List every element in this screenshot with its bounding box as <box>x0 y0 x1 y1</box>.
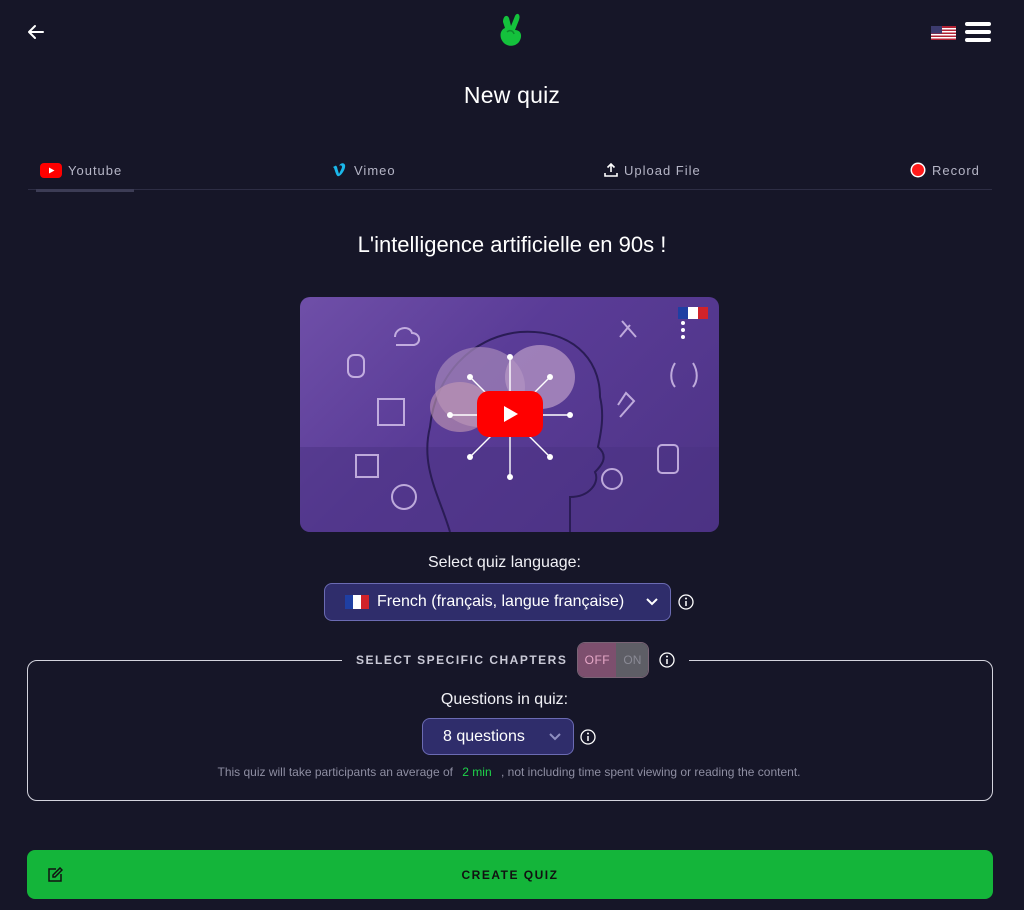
tab-record[interactable]: Record <box>910 150 980 190</box>
chevron-down-icon <box>549 732 561 740</box>
duration-prefix: This quiz will take participants an aver… <box>217 765 453 779</box>
language-select-value: French (français, langue française) <box>377 593 625 610</box>
questions-select[interactable]: 8 questions <box>422 718 574 755</box>
upload-icon <box>604 163 618 177</box>
video-title: L'intelligence artificielle en 90s ! <box>357 232 667 257</box>
tab-youtube[interactable]: Youtube <box>35 150 135 192</box>
toggle-on: ON <box>616 643 649 677</box>
chevron-down-icon <box>646 598 658 606</box>
questions-label: Questions in quiz: <box>440 691 569 708</box>
create-quiz-button[interactable]: CREATE QUIZ <box>27 850 993 899</box>
questions-info-icon[interactable] <box>580 729 596 745</box>
more-options-icon[interactable] <box>680 321 686 339</box>
language-label: Select quiz language: <box>428 554 581 571</box>
back-button[interactable] <box>24 20 48 44</box>
youtube-icon <box>40 162 62 178</box>
hamburger-menu-icon <box>965 22 991 26</box>
tab-vimeo[interactable]: Vimeo <box>332 150 396 190</box>
tab-label: Record <box>932 162 980 178</box>
duration-suffix: , not including time spent viewing or re… <box>500 765 801 779</box>
create-quiz-label: CREATE QUIZ <box>461 867 559 882</box>
fr-flag-icon <box>678 307 708 319</box>
toggle-off: OFF <box>578 643 617 677</box>
chapters-toggle[interactable]: OFF ON <box>577 642 650 678</box>
hamburger-menu-button[interactable] <box>965 22 991 42</box>
page-title: New quiz <box>463 82 561 108</box>
us-flag-icon <box>931 26 956 40</box>
chapters-info-icon[interactable] <box>659 652 676 668</box>
green-hand-logo-icon <box>500 13 522 46</box>
language-select[interactable]: French (français, langue française) <box>324 583 671 621</box>
play-button[interactable] <box>477 391 543 437</box>
app-logo[interactable] <box>497 12 525 48</box>
arrow-left-icon <box>28 25 44 39</box>
questions-select-value: 8 questions <box>443 727 525 745</box>
tab-label: Vimeo <box>354 162 396 178</box>
tab-label: Youtube <box>68 162 123 178</box>
language-info-icon[interactable] <box>678 594 694 610</box>
video-thumbnail[interactable] <box>300 297 719 532</box>
vimeo-icon <box>333 163 346 177</box>
tab-label: Upload File <box>624 162 701 178</box>
duration-text: This quiz will take participants an aver… <box>0 765 1018 779</box>
source-tabs: Youtube Vimeo Upload File Record <box>28 150 992 192</box>
chapters-legend: SELECT SPECIFIC CHAPTERS OFF ON <box>342 642 690 678</box>
chapters-label: SELECT SPECIFIC CHAPTERS <box>356 653 568 667</box>
youtube-play-icon <box>504 406 518 422</box>
record-icon <box>910 162 926 178</box>
fr-flag-icon <box>345 595 369 609</box>
language-flag-button[interactable] <box>931 26 956 40</box>
edit-icon <box>48 867 63 882</box>
tab-upload-file[interactable]: Upload File <box>604 150 701 190</box>
duration-value: 2 min <box>462 765 492 779</box>
